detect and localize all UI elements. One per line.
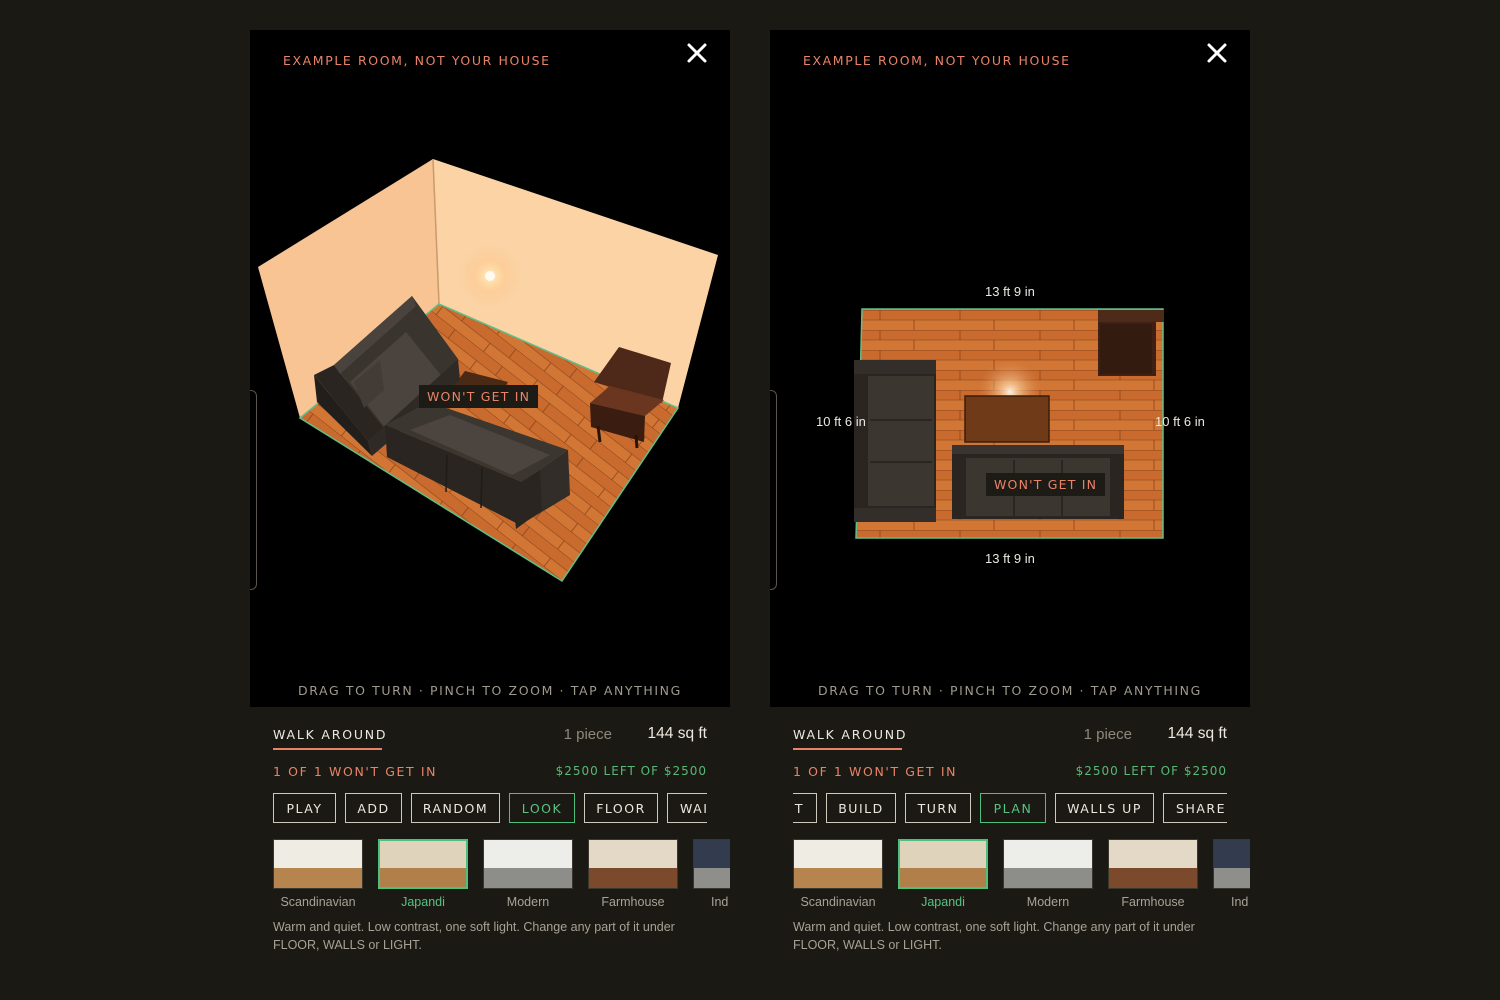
piece-count: 1 piece bbox=[1083, 726, 1132, 743]
gesture-hint: DRAG TO TURN · PINCH TO ZOOM · TAP ANYTH… bbox=[298, 683, 682, 698]
style-swatch-modern[interactable]: Modern bbox=[1003, 839, 1093, 909]
random-button[interactable]: RANDOM bbox=[411, 793, 500, 823]
style-swatch-farmhouse[interactable]: Farmhouse bbox=[1108, 839, 1198, 909]
control-sheet: WALK AROUND 1 piece 144 sq ft 1 OF 1 WON… bbox=[250, 707, 730, 970]
style-name: Farmhouse bbox=[601, 895, 665, 909]
gesture-hint: DRAG TO TURN · PINCH TO ZOOM · TAP ANYTH… bbox=[818, 683, 1202, 698]
style-swatch-row[interactable]: Scandinavian Japandi Modern Farmhouse In… bbox=[273, 839, 730, 915]
style-swatch-japandi[interactable]: Japandi bbox=[378, 839, 468, 909]
action-button-row[interactable]: PLAY ADD RANDOM LOOK FLOOR WAI bbox=[273, 793, 707, 827]
mode-title[interactable]: WALK AROUND bbox=[793, 727, 907, 742]
plan-button[interactable]: PLAN bbox=[980, 793, 1046, 823]
coffee-table bbox=[964, 395, 1050, 443]
style-swatch-scandinavian[interactable]: Scandinavian bbox=[793, 839, 883, 909]
style-swatch-industrial[interactable]: Ind bbox=[1213, 839, 1250, 909]
floor-button[interactable]: FLOOR bbox=[584, 793, 658, 823]
style-swatch-row[interactable]: Scandinavian Japandi Modern Farmhouse In… bbox=[793, 839, 1250, 915]
walls-button[interactable]: WAI bbox=[667, 793, 707, 823]
mode-title-underline bbox=[273, 748, 382, 750]
dimension-right: 10 ft 6 in bbox=[1155, 414, 1205, 429]
share-button[interactable]: SHARE bbox=[1163, 793, 1227, 823]
action-button-row[interactable]: T BUILD TURN PLAN WALLS UP SHARE bbox=[793, 793, 1227, 827]
room-viewport-3d[interactable]: EXAMPLE ROOM, NOT YOUR HOUSE WON'T GET I… bbox=[250, 30, 730, 737]
style-swatch-industrial[interactable]: Ind bbox=[693, 839, 730, 909]
style-name: Scandinavian bbox=[280, 895, 356, 909]
style-swatch-japandi[interactable]: Japandi bbox=[898, 839, 988, 909]
wont-fit-tag[interactable]: WON'T GET IN bbox=[419, 385, 539, 408]
room-panel-3d: EXAMPLE ROOM, NOT YOUR HOUSE WON'T GET I… bbox=[250, 30, 730, 970]
budget-remaining: $2500 LEFT OF $2500 bbox=[555, 764, 707, 778]
room-area: 144 sq ft bbox=[647, 725, 707, 742]
style-name: Modern bbox=[1026, 895, 1070, 909]
room-viewport-plan[interactable]: EXAMPLE ROOM, NOT YOUR HOUSE 13 ft 9 in … bbox=[770, 30, 1250, 737]
style-swatch-scandinavian[interactable]: Scandinavian bbox=[273, 839, 363, 909]
side-drawer-handle[interactable] bbox=[770, 390, 777, 590]
dimension-top: 13 ft 9 in bbox=[985, 284, 1035, 299]
side-drawer-handle[interactable] bbox=[250, 390, 257, 590]
piece-count: 1 piece bbox=[563, 726, 612, 743]
control-sheet: WALK AROUND 1 piece 144 sq ft 1 OF 1 WON… bbox=[770, 707, 1250, 970]
dimension-bottom: 13 ft 9 in bbox=[985, 551, 1035, 566]
dimension-left: 10 ft 6 in bbox=[816, 414, 866, 429]
fit-warning: 1 OF 1 WON'T GET IN bbox=[273, 764, 438, 779]
budget-remaining: $2500 LEFT OF $2500 bbox=[1075, 764, 1227, 778]
sofa-left bbox=[854, 360, 936, 522]
room-3d-scene[interactable] bbox=[250, 30, 730, 737]
fit-warning: 1 OF 1 WON'T GET IN bbox=[793, 764, 958, 779]
room-area: 144 sq ft bbox=[1167, 725, 1227, 742]
side-cabinet bbox=[1098, 310, 1164, 376]
add-button[interactable]: ADD bbox=[345, 793, 402, 823]
walls-up-button[interactable]: WALLS UP bbox=[1055, 793, 1154, 823]
room-panel-plan: EXAMPLE ROOM, NOT YOUR HOUSE 13 ft 9 in … bbox=[770, 30, 1250, 970]
style-name: Modern bbox=[506, 895, 550, 909]
style-name: Japandi bbox=[401, 895, 445, 909]
mode-title-underline bbox=[793, 748, 902, 750]
partial-button[interactable]: T bbox=[793, 793, 817, 823]
play-button[interactable]: PLAY bbox=[273, 793, 336, 823]
build-button[interactable]: BUILD bbox=[826, 793, 896, 823]
wont-fit-tag[interactable]: WON'T GET IN bbox=[986, 473, 1106, 496]
style-swatch-farmhouse[interactable]: Farmhouse bbox=[588, 839, 678, 909]
style-name: Japandi bbox=[921, 895, 965, 909]
style-name: Scandinavian bbox=[800, 895, 876, 909]
style-name: Ind bbox=[711, 895, 729, 909]
style-description: Warm and quiet. Low contrast, one soft l… bbox=[273, 920, 675, 952]
style-swatch-modern[interactable]: Modern bbox=[483, 839, 573, 909]
mode-title[interactable]: WALK AROUND bbox=[273, 727, 387, 742]
turn-button[interactable]: TURN bbox=[905, 793, 971, 823]
look-button[interactable]: LOOK bbox=[509, 793, 575, 823]
style-description: Warm and quiet. Low contrast, one soft l… bbox=[793, 920, 1195, 952]
style-name: Ind bbox=[1231, 895, 1249, 909]
style-name: Farmhouse bbox=[1121, 895, 1185, 909]
room-plan-scene[interactable] bbox=[770, 30, 1250, 737]
